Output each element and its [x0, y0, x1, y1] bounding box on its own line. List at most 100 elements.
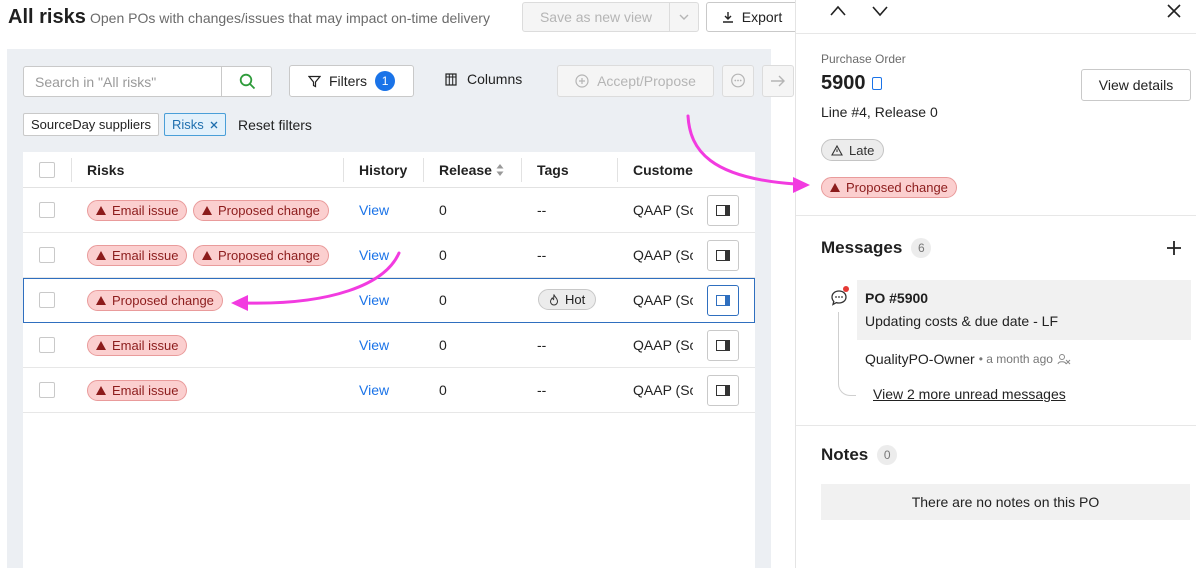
warning-icon: [830, 183, 840, 192]
message-thread[interactable]: PO #5900 Updating costs & due date - LF: [857, 280, 1191, 340]
search-button[interactable]: [221, 67, 272, 96]
column-header-release[interactable]: Release: [439, 162, 492, 178]
open-details-panel-button[interactable]: [707, 195, 739, 226]
forward-button[interactable]: [762, 65, 794, 97]
filters-label: Filters: [328, 73, 368, 89]
filters-button[interactable]: Filters 1: [289, 65, 414, 97]
flame-icon: [549, 293, 559, 305]
save-view-dropdown-button[interactable]: [669, 2, 699, 32]
open-details-panel-button[interactable]: [707, 330, 739, 361]
add-message-icon[interactable]: [1165, 239, 1183, 257]
filter-chip-suppliers[interactable]: SourceDay suppliers: [23, 113, 159, 136]
view-details-button[interactable]: View details: [1081, 69, 1191, 101]
tags-value: --: [537, 247, 547, 263]
filter-chip-suppliers-label: SourceDay suppliers: [31, 117, 151, 132]
chat-icon: [731, 73, 745, 88]
side-panel-icon: [716, 295, 730, 306]
release-value: 0: [439, 247, 447, 263]
thread-title: PO #5900: [865, 290, 929, 306]
open-details-panel-button-active[interactable]: [707, 285, 739, 316]
page-title: All risks: [8, 6, 86, 28]
reset-filters-link[interactable]: Reset filters: [238, 117, 312, 133]
po-label: Purchase Order: [821, 52, 906, 66]
warning-icon: [202, 206, 212, 215]
tags-value: --: [537, 337, 547, 353]
view-more-unread-link[interactable]: View 2 more unread messages: [873, 386, 1066, 402]
chevron-up-icon[interactable]: [828, 2, 848, 20]
notes-empty-state: There are no notes on this PO: [821, 484, 1190, 520]
table-row-selected[interactable]: Proposed change View 0 Hot QAAP (Sc: [23, 278, 755, 323]
row-checkbox[interactable]: [39, 202, 55, 218]
filters-count-badge: 1: [375, 71, 396, 91]
history-view-link[interactable]: View: [359, 202, 389, 218]
thread-author: QualityPO-Owner: [865, 351, 975, 367]
message-button[interactable]: [722, 65, 754, 97]
po-detail-panel: Purchase Order 5900 Line #4, Release 0 V…: [795, 0, 1196, 568]
warning-icon: [96, 386, 106, 395]
column-divider: [521, 158, 522, 182]
column-header-history[interactable]: History: [359, 162, 407, 178]
row-checkbox[interactable]: [39, 337, 55, 353]
customer-value: QAAP (Sc: [633, 202, 693, 218]
customer-value: QAAP (Sc: [633, 247, 693, 263]
risk-badge-label: Email issue: [112, 338, 179, 353]
table-row[interactable]: Email issue View 0 -- QAAP (Sc: [23, 323, 755, 368]
export-button[interactable]: Export: [706, 2, 798, 32]
proposed-change-label: Proposed change: [846, 180, 948, 195]
messages-count: 6: [911, 238, 932, 258]
column-divider: [343, 158, 344, 182]
notes-count: 0: [877, 445, 898, 465]
row-checkbox[interactable]: [39, 292, 55, 308]
table-row[interactable]: Email issue View 0 -- QAAP (Sc: [23, 368, 755, 413]
divider: [796, 33, 1196, 34]
columns-icon: [445, 72, 457, 86]
risk-badge-email-issue: Email issue: [87, 200, 188, 221]
chevron-down-icon[interactable]: [870, 2, 890, 20]
columns-button[interactable]: Columns: [445, 71, 522, 87]
select-all-checkbox[interactable]: [39, 162, 55, 178]
release-value: 0: [439, 382, 447, 398]
proposed-change-badge: Proposed change: [821, 177, 957, 198]
risk-badge-label: Email issue: [112, 203, 179, 218]
row-checkbox[interactable]: [39, 382, 55, 398]
risk-badge-label: Proposed change: [218, 203, 320, 218]
column-header-risks[interactable]: Risks: [87, 162, 124, 178]
side-panel-icon: [716, 250, 730, 261]
table-header: Risks History Release Tags Custome: [23, 152, 755, 188]
risk-badge-label: Proposed change: [112, 293, 214, 308]
history-view-link[interactable]: View: [359, 292, 389, 308]
seen-by-icon: [1057, 354, 1071, 365]
table-row[interactable]: Email issue Proposed change View 0 -- QA…: [23, 188, 755, 233]
warning-icon: [96, 251, 106, 260]
accept-propose-button[interactable]: Accept/Propose: [557, 65, 714, 97]
copy-icon[interactable]: [871, 77, 882, 90]
warning-outline-icon: [831, 144, 843, 156]
save-as-new-view-button[interactable]: Save as new view: [522, 2, 670, 32]
table-row[interactable]: Email issue Proposed change View 0 -- QA…: [23, 233, 755, 278]
po-number: 5900: [821, 72, 882, 95]
filter-chip-risks[interactable]: Risks: [164, 113, 226, 136]
warning-icon: [96, 341, 106, 350]
column-header-tags[interactable]: Tags: [537, 162, 569, 178]
history-view-link[interactable]: View: [359, 337, 389, 353]
column-header-customer[interactable]: Custome: [633, 162, 693, 178]
risk-badge-label: Email issue: [112, 383, 179, 398]
close-icon[interactable]: [1164, 1, 1184, 21]
history-view-link[interactable]: View: [359, 247, 389, 263]
risk-badge-email-issue: Email issue: [87, 380, 188, 401]
column-divider: [423, 158, 424, 182]
sort-icon[interactable]: [496, 163, 504, 177]
row-checkbox[interactable]: [39, 247, 55, 263]
risk-badge-email-issue: Email issue: [87, 335, 188, 356]
tag-hot: Hot: [538, 289, 597, 310]
open-details-panel-button[interactable]: [707, 240, 739, 271]
export-label: Export: [741, 9, 783, 25]
thread-author-line: QualityPO-Owner • a month ago: [865, 351, 1071, 367]
history-view-link[interactable]: View: [359, 382, 389, 398]
column-divider: [71, 158, 72, 182]
search-input[interactable]: [24, 67, 220, 96]
late-badge: Late: [821, 139, 885, 161]
risk-badge-proposed-change: Proposed change: [193, 245, 329, 266]
close-icon[interactable]: [210, 121, 218, 129]
open-details-panel-button[interactable]: [707, 375, 739, 406]
